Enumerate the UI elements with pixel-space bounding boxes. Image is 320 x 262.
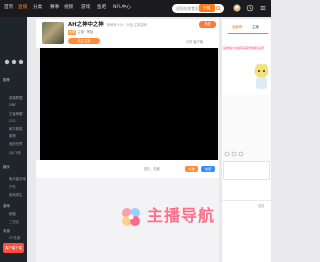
sidebar-item[interactable]: CF手游 bbox=[9, 236, 20, 241]
video-player[interactable] bbox=[40, 48, 218, 160]
room-title: AH之神中之神 bbox=[68, 22, 104, 28]
sidebar-item[interactable]: QQ飞车 bbox=[9, 151, 21, 156]
watermark-text: 主播导航 bbox=[147, 206, 216, 225]
video-action-bar: 送礼 · 热度 礼物 充值 bbox=[36, 160, 219, 178]
chat-tool-icons[interactable] bbox=[224, 151, 254, 157]
sidebar-item[interactable]: 鱼乐星天地 bbox=[9, 177, 26, 182]
nav-nfl[interactable]: NFL中心 bbox=[113, 4, 131, 12]
right-chat-panel: 贡献榜 主播 鱼粉超V主播获得荣誉福利来袭 发送 bbox=[222, 19, 271, 262]
search-box[interactable]: 孤独的美食家2 bbox=[172, 4, 224, 13]
sidebar-item[interactable]: 户外 bbox=[9, 185, 16, 190]
avatar-icon[interactable] bbox=[233, 4, 241, 12]
search-placeholder: 孤独的美食家2 bbox=[176, 6, 202, 11]
menu-icon[interactable] bbox=[259, 4, 267, 12]
room-tags: 大神 主播 · 等级 bbox=[68, 30, 93, 35]
sidebar-item[interactable]: 王者荣耀 bbox=[9, 112, 23, 117]
follow-button[interactable]: 关注主播 bbox=[68, 38, 100, 44]
mascot-image bbox=[254, 63, 269, 89]
sidebar-quick-icons bbox=[4, 59, 24, 65]
sidebar-item[interactable]: DNF bbox=[9, 103, 16, 108]
nav-home[interactable]: 首页 bbox=[4, 4, 13, 12]
gift-label: 礼物 bbox=[188, 167, 195, 171]
sidebar-item[interactable]: 和平精英 bbox=[9, 127, 23, 132]
client-download-label: 客户端下载 bbox=[5, 246, 22, 250]
rank-tabs: 贡献榜 主播 bbox=[222, 19, 271, 37]
search-icon[interactable] bbox=[216, 6, 221, 11]
sidebar-item[interactable]: 英雄联盟 bbox=[9, 96, 23, 101]
hot-label: 热度 bbox=[204, 22, 211, 26]
promo-banner[interactable]: 鱼粉超V主播获得荣誉福利来袭 bbox=[223, 46, 271, 56]
share-row[interactable]: 分享 客户端 bbox=[186, 40, 203, 45]
top-nav-bar: 首页 直播 分类 赛事 视频 游戏 鱼吧 NFL中心 孤独的美食家2 下载 bbox=[0, 0, 271, 17]
send-label[interactable]: 发送 bbox=[258, 204, 264, 209]
tag-rest: 主播 · 等级 bbox=[77, 30, 94, 34]
room-meta: 房间号:101 · 分区:主机游戏 bbox=[107, 23, 147, 27]
watermark-logo-icon bbox=[122, 208, 140, 226]
sidebar-item[interactable]: CS2 bbox=[9, 119, 16, 124]
sidebar-header-recommend[interactable]: 推荐 bbox=[3, 78, 10, 83]
nav-category[interactable]: 分类 bbox=[33, 4, 42, 12]
sidebar-item[interactable]: 绝地求生 bbox=[9, 193, 23, 198]
follow-label: 关注主播 bbox=[77, 39, 91, 43]
sidebar-item[interactable]: 原神 bbox=[9, 134, 16, 139]
watermark: 主播导航 bbox=[116, 201, 226, 231]
room-header: AH之神中之神 房间号:101 · 分区:主机游戏 大神 主播 · 等级 关注主… bbox=[36, 19, 219, 48]
history-icon[interactable] bbox=[246, 4, 254, 12]
sidebar-header-entertainment[interactable]: 娱乐 bbox=[3, 165, 10, 170]
tab-contribution[interactable]: 贡献榜 bbox=[232, 25, 242, 30]
nav-live[interactable]: 直播 bbox=[18, 4, 27, 12]
recharge-button[interactable]: 充值 bbox=[201, 166, 215, 172]
chat-input[interactable] bbox=[223, 161, 270, 180]
download-button[interactable]: 下载 bbox=[199, 4, 215, 12]
nav-games[interactable]: 游戏 bbox=[81, 4, 90, 12]
sidebar-header-games[interactable]: 游戏 bbox=[3, 204, 10, 209]
nav-esports[interactable]: 赛事 bbox=[50, 4, 59, 12]
gift-button[interactable]: 礼物 bbox=[185, 166, 198, 172]
streamer-avatar[interactable] bbox=[42, 22, 64, 44]
hot-button[interactable]: 热度 bbox=[199, 21, 216, 28]
streamer-tag: 大神 bbox=[68, 30, 77, 35]
download-label: 下载 bbox=[203, 6, 211, 10]
panel-divider bbox=[222, 200, 271, 201]
sidebar-item[interactable]: 我的世界 bbox=[9, 142, 23, 147]
nav-fishbar[interactable]: 鱼吧 bbox=[97, 4, 106, 12]
sidebar-header-mobile[interactable]: 手游 bbox=[3, 229, 10, 234]
left-sidebar: 推荐 英雄联盟 DNF 王者荣耀 CS2 和平精英 原神 我的世界 QQ飞车 娱… bbox=[0, 17, 27, 262]
video-stats: 送礼 · 热度 bbox=[144, 167, 160, 171]
live-room-page: 首页 直播 分类 赛事 视频 游戏 鱼吧 NFL中心 孤独的美食家2 下载 推荐… bbox=[0, 0, 271, 262]
tab-streamer[interactable]: 主播 bbox=[252, 25, 259, 30]
recharge-label: 充值 bbox=[204, 167, 211, 171]
nav-video[interactable]: 视频 bbox=[64, 4, 73, 12]
sidebar-item[interactable]: 颜值 bbox=[9, 212, 16, 217]
sidebar-item[interactable]: 二次元 bbox=[9, 220, 19, 225]
client-download-button[interactable]: 客户端下载 bbox=[3, 243, 24, 253]
tab-underline bbox=[228, 33, 268, 34]
